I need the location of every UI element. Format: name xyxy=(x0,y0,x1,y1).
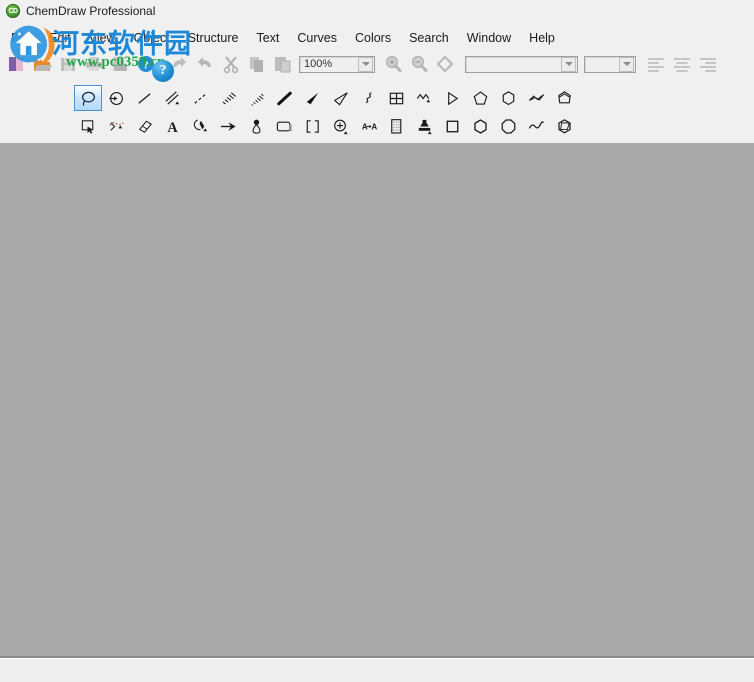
character-map-tool[interactable]: A A xyxy=(354,113,382,139)
menu-item-edit[interactable]: Edit xyxy=(40,29,80,47)
hashed-wedge-bond-tool[interactable] xyxy=(242,85,270,111)
lasso-select-tool[interactable] xyxy=(74,85,102,111)
menu-item-colors[interactable]: Colors xyxy=(346,29,400,47)
cyclohexane-ring-tool[interactable] xyxy=(494,85,522,111)
eraser-lasso-tool[interactable] xyxy=(102,113,130,139)
hollow-wedge-bond-tool[interactable] xyxy=(326,85,354,111)
cyclopentadiene-ring-tool[interactable] xyxy=(522,85,550,111)
chevron-down-icon[interactable] xyxy=(619,56,634,72)
marquee-arrow-tool[interactable] xyxy=(102,85,130,111)
status-bar xyxy=(0,658,754,682)
print-preview-icon[interactable] xyxy=(108,52,132,76)
new-document-icon[interactable] xyxy=(4,52,28,76)
document-canvas[interactable] xyxy=(0,143,754,656)
chemdraw-window: CD ChemDraw Professional File Edit View … xyxy=(0,0,754,682)
cyclooctane-ring-tool[interactable] xyxy=(494,113,522,139)
align-left-icon[interactable] xyxy=(644,52,668,76)
undo-icon[interactable] xyxy=(167,52,191,76)
chevron-down-icon[interactable] xyxy=(358,56,373,72)
bold-bond-tool[interactable] xyxy=(270,85,298,111)
standard-toolbar: ? 100% xyxy=(0,50,754,78)
table-tool[interactable] xyxy=(382,85,410,111)
orbital-tool[interactable] xyxy=(242,113,270,139)
wedged-bond-tool[interactable] xyxy=(298,85,326,111)
templates-stamp-tool[interactable] xyxy=(410,113,438,139)
chevron-down-icon[interactable] xyxy=(561,56,576,72)
toolbar-separator xyxy=(159,53,166,75)
tool-palette-row-1 xyxy=(0,84,754,112)
hashed-bond-tool[interactable] xyxy=(214,85,242,111)
svg-text:A: A xyxy=(371,122,377,131)
marquee-select-tool[interactable] xyxy=(74,113,102,139)
chemdraw-cd-icon: CD xyxy=(6,4,20,18)
diamond-icon[interactable] xyxy=(433,52,457,76)
multiple-bond-tool[interactable] xyxy=(158,85,186,111)
redo-icon[interactable] xyxy=(193,52,217,76)
menu-item-search[interactable]: Search xyxy=(400,29,458,47)
menu-item-window[interactable]: Window xyxy=(458,29,520,47)
menu-bar: File Edit View Object Structure Text Cur… xyxy=(0,27,754,48)
save-document-icon[interactable] xyxy=(56,52,80,76)
svg-text:A: A xyxy=(167,120,178,136)
square-tool[interactable] xyxy=(438,113,466,139)
benzene-ring-tool[interactable] xyxy=(466,113,494,139)
align-center-icon[interactable] xyxy=(670,52,694,76)
solid-bond-tool[interactable] xyxy=(130,85,158,111)
menu-item-text[interactable]: Text xyxy=(247,29,288,47)
zoom-level-combo[interactable]: 100% xyxy=(299,55,375,73)
query-target-tool[interactable] xyxy=(326,113,354,139)
zoom-level-value: 100% xyxy=(304,58,333,70)
window-title: ChemDraw Professional xyxy=(26,4,156,18)
cut-icon[interactable] xyxy=(219,52,243,76)
help-icon[interactable]: ? xyxy=(134,52,158,76)
zoom-in-icon[interactable] xyxy=(381,52,405,76)
tool-palette-row-2: A A A xyxy=(0,112,754,140)
font-family-combo[interactable] xyxy=(465,55,578,73)
text-tool[interactable]: A xyxy=(158,113,186,139)
wave-tool[interactable] xyxy=(522,113,550,139)
cyclopentane-ring-tool[interactable] xyxy=(466,85,494,111)
arrow-tool[interactable] xyxy=(214,113,242,139)
title-bar: CD ChemDraw Professional xyxy=(0,0,754,22)
dashed-bond-tool[interactable] xyxy=(186,85,214,111)
menu-item-structure[interactable]: Structure xyxy=(179,29,248,47)
cyclopentane-chair-tool[interactable] xyxy=(550,85,578,111)
menu-item-object[interactable]: Object xyxy=(125,29,179,47)
svg-text:?: ? xyxy=(143,60,149,72)
font-size-combo[interactable] xyxy=(584,55,636,73)
copy-icon[interactable] xyxy=(245,52,269,76)
wavy-bond-tool[interactable] xyxy=(354,85,382,111)
open-document-icon[interactable] xyxy=(30,52,54,76)
menu-item-help[interactable]: Help xyxy=(520,29,564,47)
menu-item-view[interactable]: View xyxy=(80,29,125,47)
menu-item-file[interactable]: File xyxy=(2,29,40,47)
brackets-tool[interactable] xyxy=(298,113,326,139)
cyclopropane-ring-tool[interactable] xyxy=(438,85,466,111)
align-right-icon[interactable] xyxy=(696,52,720,76)
cyclohexane-3d-tool[interactable] xyxy=(550,113,578,139)
zoom-out-icon[interactable] xyxy=(407,52,431,76)
table-grid-tool[interactable] xyxy=(382,113,410,139)
paste-icon[interactable] xyxy=(271,52,295,76)
menu-item-curves[interactable]: Curves xyxy=(288,29,346,47)
pen-tool[interactable] xyxy=(186,113,214,139)
print-icon[interactable] xyxy=(82,52,106,76)
eraser-tool[interactable] xyxy=(130,113,158,139)
drawing-elements-tool[interactable] xyxy=(270,113,298,139)
chain-tool[interactable] xyxy=(410,85,438,111)
